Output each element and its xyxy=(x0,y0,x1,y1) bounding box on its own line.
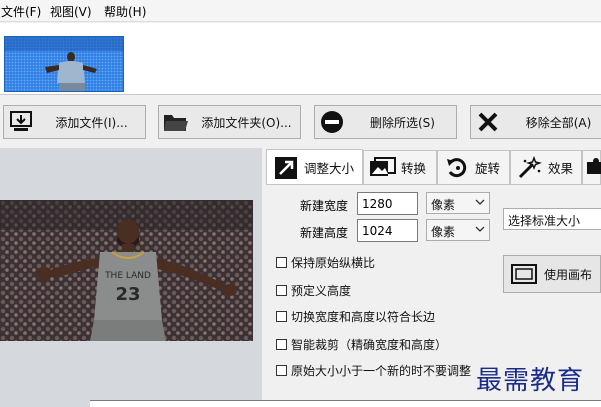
delete-selected-button[interactable]: 删除所选(S) xyxy=(314,105,457,139)
preset-size-value: 选择标准大小 xyxy=(508,214,581,228)
predefined-height-label: 预定义高度 xyxy=(291,284,352,298)
remove-all-button[interactable]: 移除全部(A) xyxy=(470,105,601,139)
width-unit-value: 像素 xyxy=(431,198,456,212)
height-unit-select[interactable]: 像素 xyxy=(426,219,490,241)
menu-view[interactable]: 视图(V) xyxy=(50,3,92,20)
toolbar: 添加文件(I)... 添加文件夹(O)... 删除所选(S) 移除全部(A) xyxy=(0,96,601,148)
no-upscale-checkbox[interactable]: 原始大小小于一个新的时不要调整 xyxy=(276,362,471,379)
checkbox-box[interactable] xyxy=(276,257,287,268)
tab-rotate-label: 旋转 xyxy=(475,161,501,176)
magic-wand-icon xyxy=(515,154,545,182)
chevron-down-icon xyxy=(475,195,485,212)
image-preview: THE LAND 23 xyxy=(0,200,253,341)
image-convert-icon xyxy=(368,154,398,182)
puzzle-icon xyxy=(585,156,601,179)
use-canvas-label: 使用画布 xyxy=(544,267,593,282)
width-unit-select[interactable]: 像素 xyxy=(426,192,490,214)
swap-dims-label: 切换宽度和高度以符合长边 xyxy=(291,310,436,324)
chevron-down-icon xyxy=(475,222,485,239)
height-unit-value: 像素 xyxy=(431,225,456,239)
menu-bar: 文件(F) 视图(V) 帮助(H) xyxy=(0,0,601,22)
no-upscale-label: 原始大小小于一个新的时不要调整 xyxy=(291,364,472,378)
add-file-icon xyxy=(4,106,38,138)
predefined-height-checkbox[interactable]: 预定义高度 xyxy=(276,282,351,299)
tab-convert-label: 转换 xyxy=(401,161,427,176)
thumbnail-strip xyxy=(0,23,601,95)
tab-effects[interactable]: 效果 xyxy=(510,150,582,184)
keep-ratio-label: 保持原始纵横比 xyxy=(291,256,376,270)
checkbox-box[interactable] xyxy=(276,285,287,296)
output-path-field[interactable] xyxy=(90,400,601,407)
folder-icon xyxy=(159,106,193,138)
watermark-text: 最需教育 xyxy=(476,366,585,396)
new-width-label: 新建宽度 xyxy=(300,199,349,213)
smart-crop-label: 智能裁剪（精确宽度和高度） xyxy=(291,338,448,352)
rotate-icon xyxy=(442,154,472,182)
checkbox-box[interactable] xyxy=(276,311,287,322)
new-height-label: 新建高度 xyxy=(300,226,349,240)
tab-resize[interactable]: 调整大小 xyxy=(266,149,363,185)
tab-resize-label: 调整大小 xyxy=(304,161,355,176)
jersey-text: THE LAND xyxy=(104,271,151,281)
checkbox-box[interactable] xyxy=(276,365,287,376)
menu-help[interactable]: 帮助(H) xyxy=(104,3,146,20)
preset-size-select[interactable]: 选择标准大小 xyxy=(503,208,601,230)
add-file-label: 添加文件(I)... xyxy=(55,115,128,130)
add-file-button[interactable]: 添加文件(I)... xyxy=(3,105,146,139)
delete-selected-label: 删除所选(S) xyxy=(370,115,435,130)
canvas-icon xyxy=(504,263,544,285)
new-width-input[interactable] xyxy=(357,192,418,215)
smart-crop-checkbox[interactable]: 智能裁剪（精确宽度和高度） xyxy=(276,336,447,353)
use-canvas-button[interactable]: 使用画布 xyxy=(503,255,601,293)
jersey-number: 23 xyxy=(115,284,140,305)
swap-dims-checkbox[interactable]: 切换宽度和高度以符合长边 xyxy=(276,308,435,325)
tab-more[interactable] xyxy=(582,150,601,184)
minus-circle-icon xyxy=(315,106,349,138)
add-folder-label: 添加文件夹(O)... xyxy=(201,115,292,130)
close-x-icon xyxy=(471,106,505,138)
image-thumbnail[interactable] xyxy=(4,36,124,92)
checkbox-box[interactable] xyxy=(276,339,287,350)
tab-rotate[interactable]: 旋转 xyxy=(437,150,510,184)
tab-effects-label: 效果 xyxy=(548,161,574,176)
add-folder-button[interactable]: 添加文件夹(O)... xyxy=(158,105,301,139)
remove-all-label: 移除全部(A) xyxy=(525,115,592,130)
new-height-input[interactable] xyxy=(357,219,418,242)
resize-icon xyxy=(271,154,301,182)
tab-convert[interactable]: 转换 xyxy=(363,150,437,184)
menu-file[interactable]: 文件(F) xyxy=(1,3,41,20)
keep-ratio-checkbox[interactable]: 保持原始纵横比 xyxy=(276,254,375,271)
